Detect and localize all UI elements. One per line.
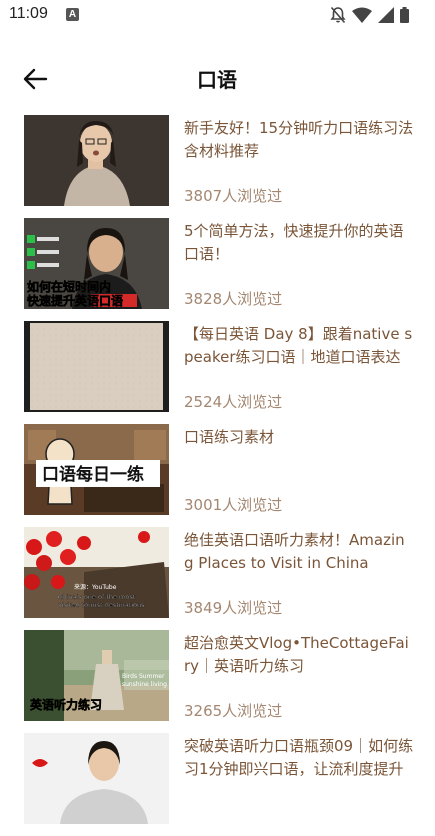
view-count: 3807人浏览过	[184, 187, 283, 205]
video-thumbnail[interactable]: 来源：YouTube Chinais one of the most visit…	[24, 527, 169, 618]
video-title: 绝佳英语口语听力素材！Amazing Places to Visit in Ch…	[184, 531, 405, 572]
back-arrow-icon[interactable]	[22, 65, 50, 93]
battery-icon	[400, 7, 409, 23]
video-title: 【每日英语 Day 8】跟着native speaker练习口语｜地道口语表达	[184, 325, 413, 366]
view-count: 3265人浏览过	[184, 702, 283, 720]
video-title: 突破英语听力口语瓶颈09｜如何练习1分钟即兴口语，让流利度提升	[184, 737, 414, 778]
list-item[interactable]: Birds Summer sunshine living 英语听力练习 超治愈英…	[0, 630, 435, 733]
video-thumbnail[interactable]: 如何在短时间内 快速提升英语口语	[24, 218, 169, 309]
status-icons	[330, 6, 409, 24]
svg-text:Birds Summer: Birds Summer	[122, 673, 165, 680]
video-title: 5个简单方法，快速提升你的英语口语！	[184, 222, 404, 263]
list-item[interactable]: 突破英语听力口语瓶颈09｜如何练习1分钟即兴口语，让流利度提升	[0, 733, 435, 836]
status-bar: 11:09 A	[0, 0, 435, 30]
video-thumbnail[interactable]	[24, 733, 169, 824]
list-item[interactable]: 口语每日一练 口语练习素材 3001人浏览过	[0, 424, 435, 527]
wifi-icon	[352, 7, 372, 23]
video-thumbnail[interactable]: Birds Summer sunshine living 英语听力练习	[24, 630, 169, 721]
svg-text:口语每日一练: 口语每日一练	[42, 464, 144, 485]
video-title: 新手友好！15分钟听力口语练习法 含材料推荐	[184, 119, 414, 160]
signal-icon	[378, 7, 394, 23]
view-count: 3849人浏览过	[184, 599, 283, 617]
svg-text:快速提升英语口语: 快速提升英语口语	[27, 293, 123, 308]
top-bar: 口语	[0, 55, 435, 103]
video-thumbnail[interactable]	[24, 115, 169, 206]
video-title: 超治愈英文Vlog•TheCottageFairy｜英语听力练习	[184, 634, 409, 675]
page-title: 口语	[197, 68, 237, 92]
svg-text:sunshine living: sunshine living	[122, 681, 167, 688]
list-item[interactable]: 如何在短时间内 快速提升英语口语 5个简单方法，快速提升你的英语口语！ 3828…	[0, 218, 435, 321]
video-thumbnail[interactable]: 口语每日一练	[24, 424, 169, 515]
view-count: 2524人浏览过	[184, 393, 283, 411]
svg-text:visited tourist destinations: visited tourist destinations	[58, 601, 145, 609]
list-item[interactable]: 来源：YouTube Chinais one of the most visit…	[0, 527, 435, 630]
view-count: 3828人浏览过	[184, 290, 283, 308]
app-notification-icon: A	[66, 8, 79, 21]
list-item[interactable]: 新手友好！15分钟听力口语练习法 含材料推荐 3807人浏览过	[0, 115, 435, 218]
video-thumbnail[interactable]	[24, 321, 169, 412]
svg-text:Chinais one of the most: Chinais one of the most	[58, 593, 136, 601]
svg-text:来源：YouTube: 来源：YouTube	[74, 583, 117, 591]
list-item[interactable]: 【每日英语 Day 8】跟着native speaker练习口语｜地道口语表达 …	[0, 321, 435, 424]
status-time: 11:09	[9, 5, 48, 22]
video-title: 口语练习素材	[184, 428, 275, 446]
mute-bell-icon	[330, 6, 346, 24]
view-count: 3001人浏览过	[184, 496, 283, 514]
svg-text:英语听力练习: 英语听力练习	[30, 697, 102, 712]
svg-text:如何在短时间内: 如何在短时间内	[27, 279, 111, 294]
